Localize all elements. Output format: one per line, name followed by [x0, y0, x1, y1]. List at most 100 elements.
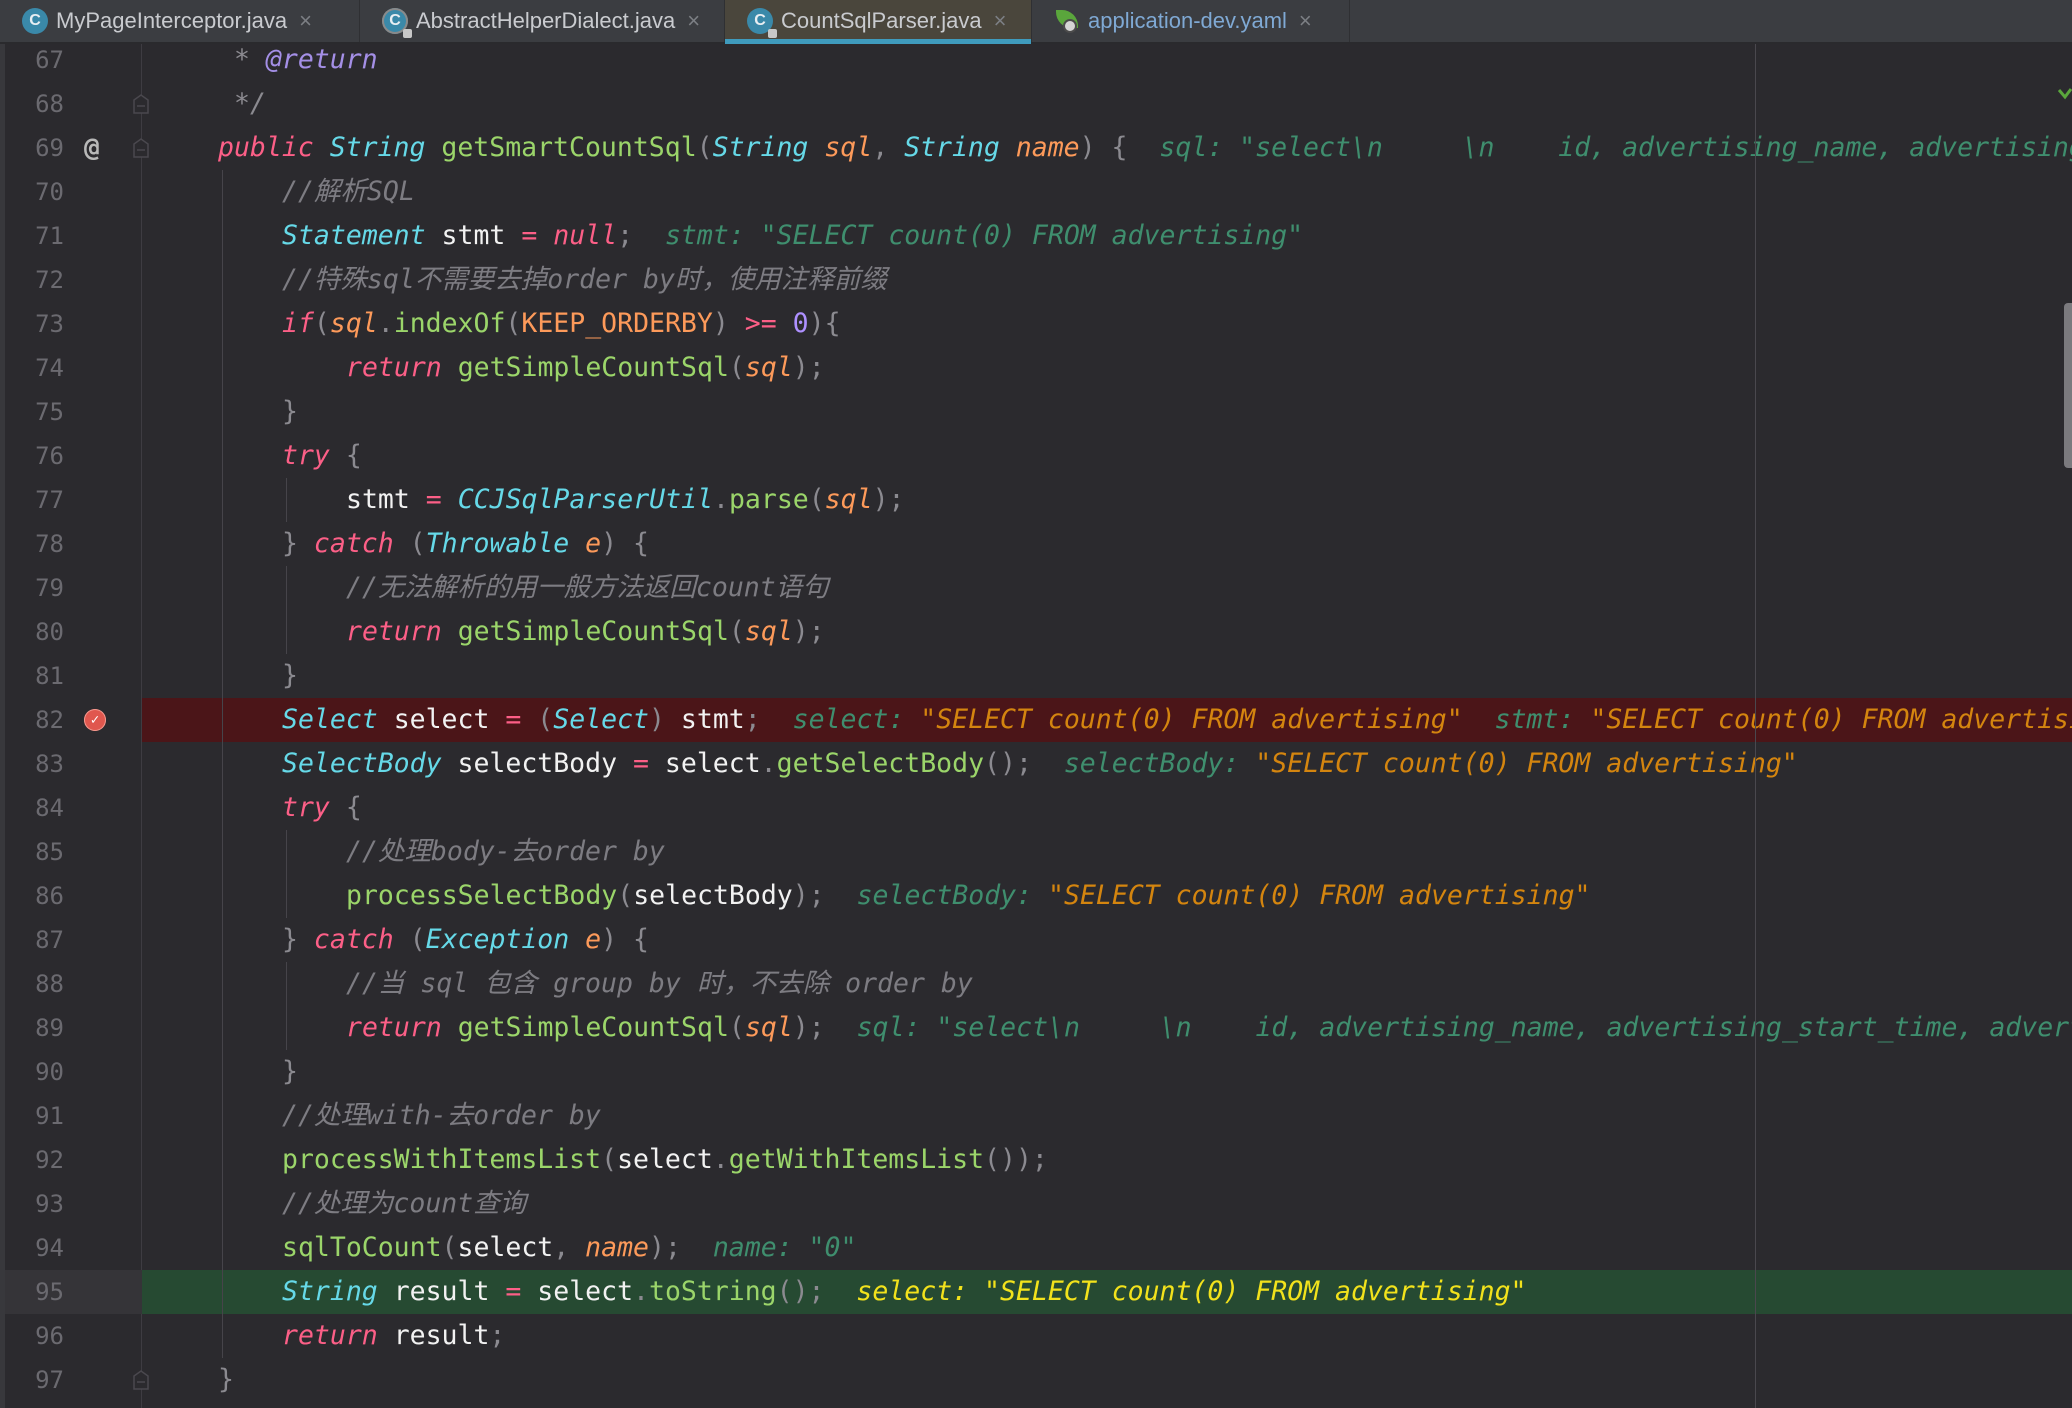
- line-number[interactable]: 83: [0, 742, 64, 786]
- code-line[interactable]: 91 //处理with-去order by: [0, 1094, 2072, 1138]
- code-editor[interactable]: 67 * @return 68 */ 69 @ public String getSmart…: [0, 38, 2072, 1408]
- line-number[interactable]: 75: [0, 390, 64, 434]
- line-number[interactable]: 86: [0, 874, 64, 918]
- code-line[interactable]: 74 return getSimpleCountSql(sql);: [0, 346, 2072, 390]
- code-line[interactable]: 86 processSelectBody(selectBody); selectB…: [0, 874, 2072, 918]
- type-name: Select: [282, 704, 378, 735]
- punctuation: .: [633, 1276, 649, 1307]
- line-number[interactable]: 81: [0, 654, 64, 698]
- line-number[interactable]: 95: [0, 1270, 64, 1314]
- close-icon[interactable]: ×: [687, 8, 700, 34]
- line-number[interactable]: 69: [0, 126, 64, 170]
- tab-application-dev-yaml[interactable]: application-dev.yaml ×: [1032, 0, 1350, 42]
- line-number[interactable]: 79: [0, 566, 64, 610]
- code-line[interactable]: 97}: [0, 1358, 2072, 1402]
- code-line[interactable]: 84 try {: [0, 786, 2072, 830]
- code-line[interactable]: 81}: [0, 654, 2072, 698]
- line-number[interactable]: 96: [0, 1314, 64, 1358]
- punctuation: ) {: [601, 528, 650, 559]
- code-text: //当 sql 包含 group by 时，不去除 order by: [346, 962, 973, 1006]
- inline-debug-value: sql: "select\n \n id, advertising_name, …: [856, 1012, 2072, 1043]
- code-line[interactable]: 72 //特殊sql不需要去掉order by时，使用注释前缀: [0, 258, 2072, 302]
- parameter: sql: [329, 308, 378, 339]
- line-number[interactable]: 77: [0, 478, 64, 522]
- line-number[interactable]: 82: [0, 698, 64, 742]
- fold-marker-icon[interactable]: [133, 138, 149, 158]
- line-number[interactable]: 87: [0, 918, 64, 962]
- method-name: getSimpleCountSql: [441, 352, 729, 383]
- code-line[interactable]: 88 //当 sql 包含 group by 时，不去除 order by: [0, 962, 2072, 1006]
- keyword: return: [346, 616, 442, 647]
- line-number[interactable]: 67: [0, 38, 64, 82]
- line-number[interactable]: 73: [0, 302, 64, 346]
- right-margin-guide: [1755, 38, 1756, 1408]
- tab-abstracthelperdialect[interactable]: C AbstractHelperDialect.java ×: [360, 0, 725, 42]
- code-line[interactable]: 70 //解析SQL: [0, 170, 2072, 214]
- type-name: Select: [553, 704, 649, 735]
- code-line[interactable]: 95 String result = select.toString(); sel…: [0, 1270, 2072, 1314]
- line-number[interactable]: 93: [0, 1182, 64, 1226]
- line-number[interactable]: 80: [0, 610, 64, 654]
- code-text: sqlToCount(select, name); name: "0": [282, 1226, 856, 1270]
- override-method-icon[interactable]: @: [84, 135, 106, 161]
- code-line[interactable]: 96 return result;: [0, 1314, 2072, 1358]
- line-number[interactable]: 74: [0, 346, 64, 390]
- code-line[interactable]: 67 * @return: [0, 38, 2072, 82]
- code-line[interactable]: 77 stmt = CCJSqlParserUtil.parse(sql);: [0, 478, 2072, 522]
- code-line[interactable]: 83 SelectBody selectBody = select.getSele…: [0, 742, 2072, 786]
- indent-guide: [286, 566, 287, 654]
- code-line[interactable]: 73 if(sql.indexOf(KEEP_ORDERBY) >= 0){: [0, 302, 2072, 346]
- line-number[interactable]: 94: [0, 1226, 64, 1270]
- keyword: null: [537, 220, 618, 251]
- code-line[interactable]: 79 //无法解析的用一般方法返回count语句: [0, 566, 2072, 610]
- line-number[interactable]: 97: [0, 1358, 64, 1402]
- close-icon[interactable]: ×: [1299, 8, 1312, 34]
- line-number[interactable]: 91: [0, 1094, 64, 1138]
- code-line[interactable]: 94 sqlToCount(select, name); name: "0": [0, 1226, 2072, 1270]
- code-text: Select select = (Select) stmt; select: "…: [282, 698, 2072, 742]
- tab-mypageinterceptor[interactable]: C MyPageInterceptor.java ×: [0, 0, 360, 42]
- line-number[interactable]: 88: [0, 962, 64, 1006]
- java-abstract-class-icon: C: [382, 8, 412, 38]
- fold-marker-icon[interactable]: [133, 94, 149, 114]
- line-number[interactable]: 76: [0, 434, 64, 478]
- code-line[interactable]: 85 //处理body-去order by: [0, 830, 2072, 874]
- tab-countsqlparser[interactable]: C CountSqlParser.java ×: [725, 0, 1032, 44]
- line-number[interactable]: 92: [0, 1138, 64, 1182]
- code-line[interactable]: 80 return getSimpleCountSql(sql);: [0, 610, 2072, 654]
- vertical-scrollbar[interactable]: [2064, 303, 2072, 468]
- code-line[interactable]: 90}: [0, 1050, 2072, 1094]
- code-line[interactable]: 68 */: [0, 82, 2072, 126]
- keyword: if: [282, 308, 314, 339]
- breakpoint-icon[interactable]: ✓: [84, 709, 106, 731]
- code-line[interactable]: 92 processWithItemsList(select.getWithIte…: [0, 1138, 2072, 1182]
- punctuation: (: [728, 1012, 745, 1043]
- punctuation: .: [377, 308, 394, 339]
- code-line[interactable]: 76 try {: [0, 434, 2072, 478]
- keyword: try: [282, 792, 330, 823]
- code-line[interactable]: 82 ✓ Select select = (Select) stmt; select…: [0, 698, 2072, 742]
- keyword: catch: [313, 924, 394, 955]
- close-icon[interactable]: ×: [299, 8, 312, 34]
- inspection-ok-icon[interactable]: [2058, 88, 2072, 102]
- line-number[interactable]: 70: [0, 170, 64, 214]
- line-number[interactable]: 78: [0, 522, 64, 566]
- code-line[interactable]: 93 //处理为count查询: [0, 1182, 2072, 1226]
- code-line[interactable]: 89 return getSimpleCountSql(sql); sql: "s…: [0, 1006, 2072, 1050]
- line-number[interactable]: 89: [0, 1006, 64, 1050]
- code-line[interactable]: 78} catch (Throwable e) {: [0, 522, 2072, 566]
- code-line[interactable]: 71 Statement stmt = null; stmt: "SELECT c…: [0, 214, 2072, 258]
- code-line[interactable]: 87} catch (Exception e) {: [0, 918, 2072, 962]
- method-name: toString: [649, 1276, 777, 1307]
- line-number[interactable]: 84: [0, 786, 64, 830]
- close-icon[interactable]: ×: [994, 8, 1007, 34]
- parameter: e: [569, 528, 602, 559]
- code-line[interactable]: 75}: [0, 390, 2072, 434]
- line-number[interactable]: 90: [0, 1050, 64, 1094]
- line-number[interactable]: 72: [0, 258, 64, 302]
- line-number[interactable]: 85: [0, 830, 64, 874]
- line-number[interactable]: 71: [0, 214, 64, 258]
- code-line[interactable]: 69 @ public String getSmartCountSql(String…: [0, 126, 2072, 170]
- line-number[interactable]: 68: [0, 82, 64, 126]
- fold-marker-icon[interactable]: [133, 1370, 149, 1390]
